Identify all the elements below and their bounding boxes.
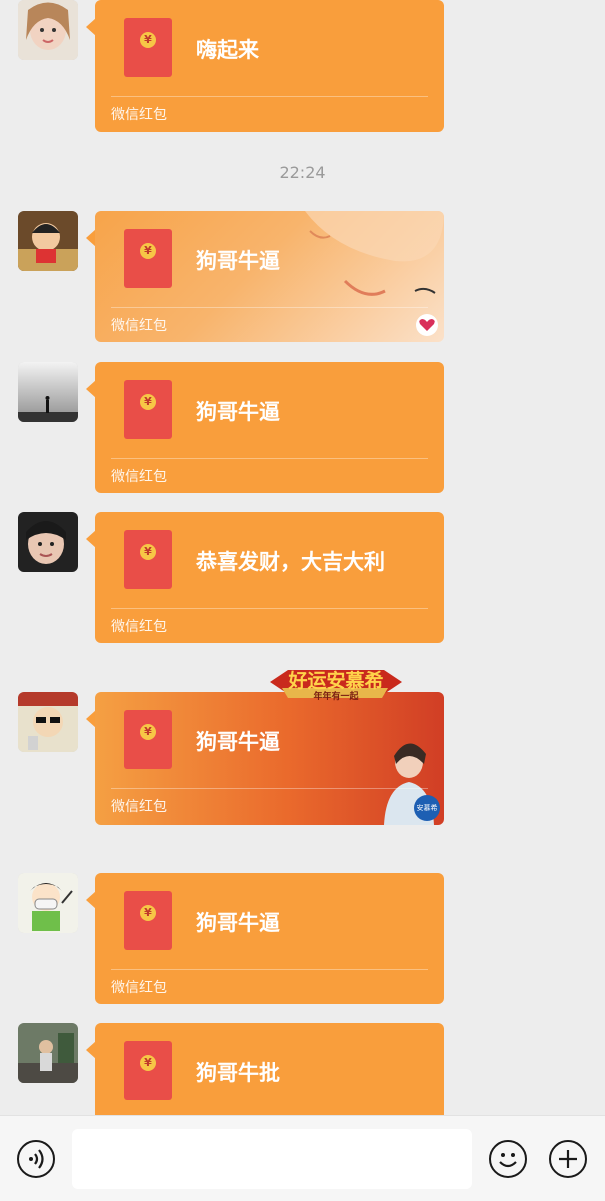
silhouette-avatar[interactable] [18, 362, 78, 422]
timestamp: 22:24 [279, 163, 326, 182]
message-row: ¥ 狗哥牛逼 微信红包 [0, 362, 605, 502]
envelope-icon: ¥ [124, 710, 172, 769]
packet-footer: 微信红包 [111, 107, 167, 123]
packet-message: 狗哥牛逼 [196, 730, 280, 754]
packet-footer: 微信红包 [111, 318, 167, 334]
girl-avatar[interactable] [18, 0, 78, 60]
packet-message: 恭喜发财，大吉大利 [196, 550, 385, 574]
packet-footer: 微信红包 [111, 980, 167, 996]
coin-icon: ¥ [140, 32, 156, 48]
envelope-icon: ¥ [124, 530, 172, 589]
packet-message: 狗哥牛逼 [196, 249, 280, 273]
coin-icon: ¥ [140, 905, 156, 921]
envelope-icon: ¥ [124, 891, 172, 950]
divider [111, 969, 428, 970]
divider [111, 96, 428, 97]
heart-badge-icon [416, 314, 438, 336]
message-row: ¥ 恭喜发财，大吉大利 微信红包 [0, 512, 605, 652]
brand-logo: 安慕希 [414, 795, 440, 821]
red-packet[interactable]: ¥ 恭喜发财，大吉大利 微信红包 [95, 512, 444, 643]
envelope-icon: ¥ [124, 229, 172, 288]
envelope-icon: ¥ [124, 1041, 172, 1100]
packet-footer: 微信红包 [111, 619, 167, 635]
divider [111, 608, 428, 609]
plus-button[interactable] [549, 1140, 587, 1178]
red-packet[interactable]: ¥ 狗哥牛逼 微信红包 [95, 211, 444, 342]
badge-subtitle: 年年有一起 [313, 692, 359, 702]
red-packet[interactable]: ¥ 狗哥牛逼 微信红包 [95, 362, 444, 493]
photo-avatar[interactable] [18, 1023, 78, 1083]
envelope-icon: ¥ [124, 380, 172, 439]
plus-icon [559, 1150, 577, 1168]
masked-cartoon-avatar[interactable] [18, 873, 78, 933]
input-toolbar [0, 1115, 605, 1201]
packet-message: 狗哥牛逼 [196, 400, 280, 424]
cartoon-avatar[interactable] [18, 692, 78, 752]
envelope-icon: ¥ [124, 18, 172, 77]
divider [111, 788, 428, 789]
emoji-icon [499, 1153, 517, 1168]
red-packet[interactable]: ¥ 嗨起来 微信红包 [95, 0, 444, 132]
message-row: ¥ 狗哥牛逼 微信红包 [0, 211, 605, 351]
packet-footer: 微信红包 [111, 799, 167, 815]
coin-icon: ¥ [140, 243, 156, 259]
cartoon-boy-avatar[interactable] [18, 211, 78, 271]
packet-message: 狗哥牛逼 [196, 911, 280, 935]
packet-message: 狗哥牛批 [196, 1061, 280, 1085]
voice-icon [29, 1149, 44, 1169]
message-row: ¥ 狗哥牛逼 微信红包 [0, 873, 605, 1013]
message-input[interactable] [72, 1129, 472, 1189]
cover-badge: 好运安慕希 年年有一起 [264, 662, 408, 710]
message-row: ¥ 嗨起来 微信红包 [0, 0, 605, 132]
coin-icon: ¥ [140, 724, 156, 740]
voice-button[interactable] [17, 1140, 55, 1178]
coin-icon: ¥ [140, 1055, 156, 1071]
divider [111, 307, 428, 308]
message-row: 安慕希 ¥ 狗哥牛逼 微信红包 好运安慕希 年年有一起 [0, 670, 605, 832]
coin-icon: ¥ [140, 544, 156, 560]
red-packet[interactable]: 安慕希 ¥ 狗哥牛逼 微信红包 [95, 692, 444, 825]
emoji-button[interactable] [489, 1140, 527, 1178]
divider [111, 458, 428, 459]
packet-message: 嗨起来 [196, 38, 259, 62]
coin-icon: ¥ [140, 394, 156, 410]
packet-footer: 微信红包 [111, 469, 167, 485]
red-packet[interactable]: ¥ 狗哥牛逼 微信红包 [95, 873, 444, 1004]
boy-avatar[interactable] [18, 512, 78, 572]
